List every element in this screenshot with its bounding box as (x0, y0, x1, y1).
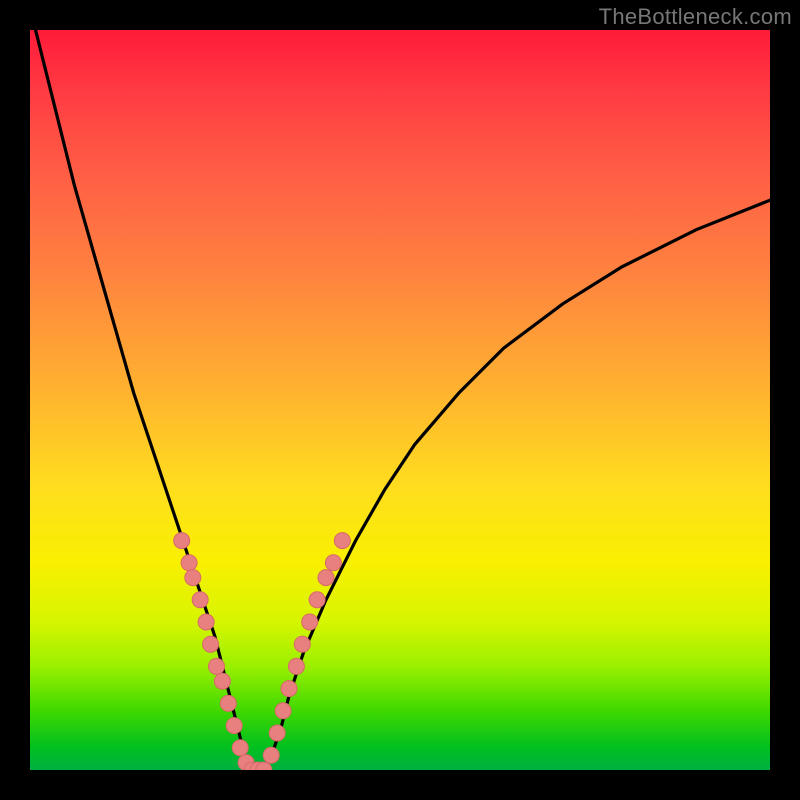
data-marker (198, 614, 214, 630)
data-marker (181, 555, 197, 571)
data-marker (226, 718, 242, 734)
marker-layer (174, 533, 351, 770)
data-marker (294, 636, 310, 652)
plot-area (30, 30, 770, 770)
data-marker (185, 570, 201, 586)
data-marker (281, 681, 297, 697)
data-marker (192, 592, 208, 608)
chart-svg (30, 30, 770, 770)
data-marker (325, 555, 341, 571)
data-marker (214, 673, 230, 689)
watermark-text: TheBottleneck.com (599, 4, 792, 30)
data-marker (334, 533, 350, 549)
data-marker (269, 725, 285, 741)
data-marker (209, 658, 225, 674)
data-marker (174, 533, 190, 549)
bottleneck-curve (30, 30, 770, 770)
data-marker (288, 658, 304, 674)
data-marker (220, 695, 236, 711)
data-marker (318, 570, 334, 586)
data-marker (263, 747, 279, 763)
data-marker (232, 740, 248, 756)
data-marker (309, 592, 325, 608)
chart-frame: TheBottleneck.com (0, 0, 800, 800)
data-marker (203, 636, 219, 652)
data-marker (302, 614, 318, 630)
curve-path (30, 30, 770, 770)
data-marker (275, 703, 291, 719)
